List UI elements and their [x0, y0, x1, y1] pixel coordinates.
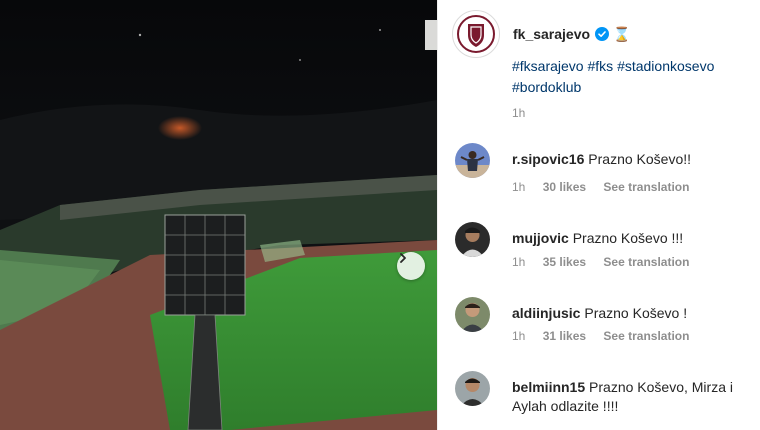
comment-text: aldiinjusic Prazno Koševo !	[512, 304, 752, 323]
comment-likes[interactable]: 30 likes	[543, 180, 586, 194]
post-username[interactable]: fk_sarajevo	[513, 26, 590, 42]
comment-body: Prazno Koševo !	[584, 305, 688, 321]
comment-meta: 1h 35 likes See translation	[512, 255, 703, 269]
commenter-avatar[interactable]	[455, 222, 490, 257]
post-caption: #fksarajevo #fks #stadionkosevo #bordokl…	[512, 56, 752, 98]
hashtag-link[interactable]: #fks	[587, 58, 613, 74]
comment-body: Prazno Koševo !!!	[572, 230, 684, 246]
comment-time[interactable]: 1h	[512, 329, 525, 343]
see-translation-button[interactable]: See translation	[603, 180, 689, 194]
commenter-avatar[interactable]	[455, 143, 490, 178]
see-translation-button[interactable]: See translation	[603, 329, 689, 343]
comment-username[interactable]: aldiinjusic	[512, 305, 580, 321]
hashtag-link[interactable]: #fksarajevo	[512, 58, 584, 74]
verified-badge-icon	[595, 27, 610, 41]
club-crest-icon	[457, 15, 495, 53]
post-photo	[0, 0, 437, 430]
comment-text: mujjovic Prazno Koševo !!!	[512, 229, 752, 248]
comment-username[interactable]: belmiinn15	[512, 379, 585, 395]
comment-text: r.sipovic16 Prazno Koševo!!	[512, 150, 752, 169]
comment-meta: 1h 31 likes See translation	[512, 329, 703, 343]
comment-username[interactable]: mujjovic	[512, 230, 569, 246]
comment-username[interactable]: r.sipovic16	[512, 151, 584, 167]
stadium-image	[0, 0, 437, 430]
comment-body: Prazno Koševo!!	[588, 151, 692, 167]
post-header: fk_sarajevo ⌛	[452, 10, 631, 58]
post-time[interactable]: 1h	[512, 106, 525, 120]
comment-time[interactable]: 1h	[512, 255, 525, 269]
see-translation-button[interactable]: See translation	[603, 255, 689, 269]
hashtag-link[interactable]: #bordoklub	[512, 79, 581, 95]
post-panel: fk_sarajevo ⌛ #fksarajevo #fks #stadionk…	[437, 0, 760, 430]
commenter-avatar[interactable]	[455, 371, 490, 406]
club-avatar[interactable]	[452, 10, 500, 58]
hashtag-link[interactable]: #stadionkosevo	[617, 58, 714, 74]
hourglass-emoji: ⌛	[613, 25, 631, 42]
commenter-avatar[interactable]	[455, 297, 490, 332]
chevron-right-icon	[400, 253, 406, 263]
comment-likes[interactable]: 31 likes	[543, 329, 586, 343]
comment-likes[interactable]: 35 likes	[543, 255, 586, 269]
next-photo-button[interactable]	[397, 252, 425, 280]
comment-time[interactable]: 1h	[512, 180, 525, 194]
comment-meta: 1h 30 likes See translation	[512, 180, 703, 194]
comment-text: belmiinn15 Prazno Koševo, Mirza i Aylah …	[512, 378, 752, 416]
